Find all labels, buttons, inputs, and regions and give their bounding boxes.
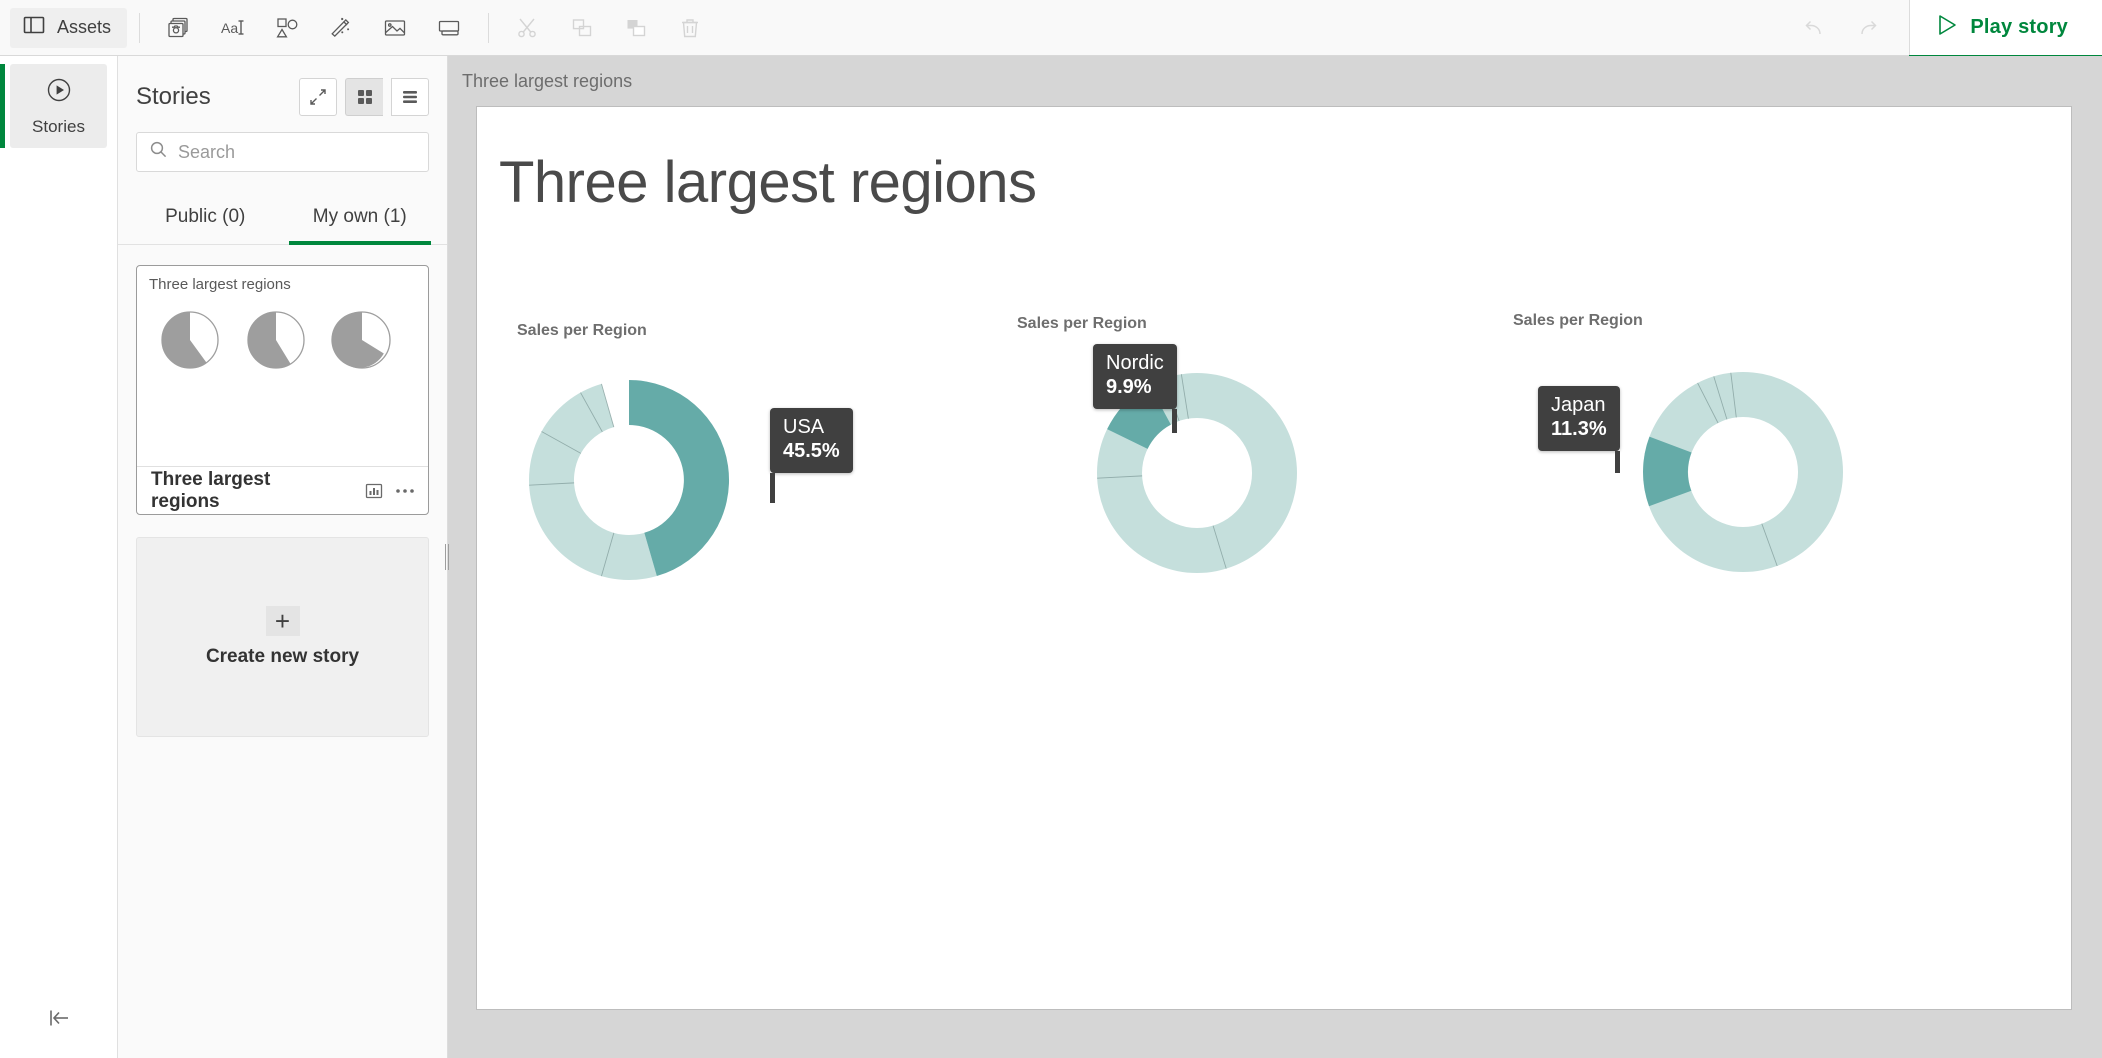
thumbnail-pie-2: [247, 311, 305, 369]
donut-wrap-1: USA 45.5%: [517, 360, 1037, 625]
shapes-icon[interactable]: [260, 6, 314, 50]
tooltip-japan-tail: [1614, 450, 1620, 473]
create-new-story-card[interactable]: + Create new story: [136, 537, 429, 737]
create-new-story-label: Create new story: [205, 646, 360, 667]
play-story-wrap: Play story: [1909, 0, 2102, 57]
toolbar-right-group: Play story: [1787, 0, 2102, 57]
left-rail: Stories: [0, 56, 118, 1058]
story-card-name: Three largest regions: [151, 468, 271, 512]
story-card-footer: Three largest regions: [137, 466, 428, 514]
tab-my-own[interactable]: My own (1): [283, 192, 438, 245]
chart-title-1: Sales per Region: [517, 322, 647, 339]
play-icon: [1936, 13, 1958, 42]
donut-wrap-3: Japan 11.3%: [1513, 352, 2033, 617]
svg-text:Aa: Aa: [221, 20, 238, 36]
undo-icon: [1787, 6, 1841, 50]
assets-button[interactable]: Assets: [10, 7, 128, 48]
toolbar-divider-1: [139, 12, 141, 43]
chart-title-3: Sales per Region: [1513, 312, 1643, 329]
chart-object-1[interactable]: Sales per Region USA 45.5%: [517, 322, 1037, 622]
snapshot-library-icon[interactable]: [152, 6, 206, 50]
tab-public-label: Public (0): [165, 206, 246, 227]
search-wrapper: [118, 116, 447, 172]
delete-icon: [663, 6, 717, 50]
play-story-label: Play story: [1970, 16, 2068, 38]
tooltip-japan-value: 11.3%: [1551, 418, 1607, 441]
panel-resize-handle[interactable]: [442, 56, 452, 1058]
tooltip-nordic-value: 9.9%: [1106, 376, 1152, 399]
redo-icon: [1841, 6, 1895, 50]
donut-chart-2[interactable]: [1017, 353, 1347, 613]
tooltip-usa: USA 45.5%: [770, 408, 853, 503]
chart-icon[interactable]: [364, 481, 384, 501]
sidebar-item-stories[interactable]: Stories: [0, 64, 107, 148]
thumbnail-pie-1: [161, 311, 219, 369]
tooltip-nordic-name: Nordic: [1106, 352, 1164, 374]
tab-my-own-label: My own (1): [312, 206, 407, 227]
text-icon[interactable]: Aa: [206, 6, 260, 50]
top-toolbar: Assets Aa Play story: [0, 0, 2102, 57]
qlik-story-editor: Assets Aa Play story Stories Stories Sea…: [0, 0, 2102, 1058]
list-view-button[interactable]: [391, 78, 429, 116]
app-body: Stories Stories Search Public (0) My own…: [0, 56, 2102, 1058]
play-circle-icon: [44, 75, 74, 110]
search-box[interactable]: [136, 132, 429, 172]
tab-public[interactable]: Public (0): [128, 192, 283, 244]
assets-button-label: Assets: [57, 17, 112, 37]
copy-icon: [555, 6, 609, 50]
search-icon: [149, 140, 168, 164]
effects-icon[interactable]: [314, 6, 368, 50]
story-card[interactable]: Three largest regions Three largest regi…: [136, 265, 429, 515]
collapse-sidebar-button[interactable]: [0, 978, 117, 1058]
story-stage: Three largest regions Three largest regi…: [448, 56, 2102, 1058]
story-thumbnail-title: Three largest regions: [149, 276, 291, 293]
cut-icon: [501, 6, 555, 50]
stories-panel: Stories Search Public (0) My own (1) Thr…: [118, 56, 449, 1058]
tooltip-japan-name: Japan: [1551, 394, 1606, 416]
ellipsis-icon[interactable]: [394, 481, 416, 501]
thumbnail-pie-group: [149, 309, 416, 371]
chart-title-2: Sales per Region: [1017, 315, 1147, 332]
sheet-icon[interactable]: [422, 6, 476, 50]
slide-title[interactable]: Three largest regions: [499, 149, 1037, 216]
stories-panel-header: Stories: [118, 56, 447, 116]
donut-slice-rest-2a: [1197, 373, 1297, 573]
toolbar-divider-2: [488, 12, 490, 43]
plus-icon: +: [265, 606, 300, 636]
story-thumbnail: Three largest regions: [137, 266, 428, 466]
story-slide[interactable]: Three largest regions Sales per Region U…: [476, 106, 2072, 1010]
play-story-button[interactable]: Play story: [1909, 0, 2102, 56]
panel-layout-icon: [22, 13, 46, 42]
tooltip-nordic: Nordic 9.9%: [1093, 344, 1177, 433]
stories-tabs: Public (0) My own (1): [118, 192, 447, 245]
tooltip-usa-value: 45.5%: [783, 440, 840, 463]
sidebar-item-stories-label: Stories: [32, 117, 85, 136]
resize-grip: [445, 544, 449, 570]
paste-icon: [609, 6, 663, 50]
donut-slice-rest-3a: [1743, 372, 1843, 572]
chart-object-2[interactable]: Sales per Region Nordic 9.9%: [1017, 315, 1537, 615]
plus-glyph: +: [274, 606, 291, 636]
insert-tools-group: Aa: [152, 6, 476, 50]
tooltip-nordic-tail: [1171, 408, 1177, 433]
expand-panel-button[interactable]: [299, 78, 337, 116]
tooltip-japan: Japan 11.3%: [1538, 386, 1620, 473]
grid-view-button[interactable]: [345, 78, 383, 116]
panel-header-buttons: [299, 78, 429, 116]
panel-title: Stories: [136, 83, 211, 110]
stories-list: Three largest regions Three largest regi…: [118, 245, 447, 1058]
media-library-icon[interactable]: [368, 6, 422, 50]
edit-tools-group: [501, 6, 717, 50]
chart-object-3[interactable]: Sales per Region Japan 11.3%: [1513, 312, 2033, 612]
donut-chart-1[interactable]: [517, 360, 847, 620]
search-input[interactable]: [178, 141, 416, 163]
tooltip-usa-tail: [770, 472, 775, 503]
breadcrumb: Three largest regions: [462, 71, 633, 91]
thumbnail-pie-3: [331, 311, 391, 369]
tooltip-usa-name: USA: [783, 416, 825, 438]
donut-wrap-2: Nordic 9.9%: [1017, 344, 1537, 618]
